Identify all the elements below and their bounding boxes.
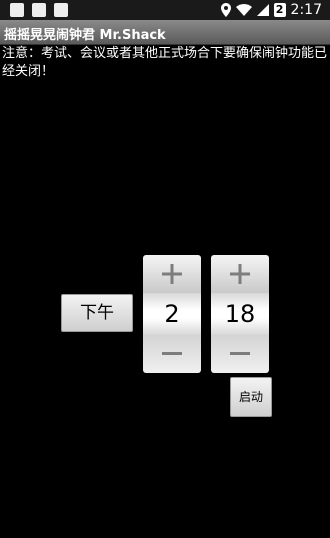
signal-icon: [256, 4, 269, 16]
battery-icon: 2: [273, 3, 286, 17]
minus-icon: [230, 352, 250, 355]
notification-icon: [10, 3, 24, 17]
hour-value[interactable]: 2: [143, 293, 201, 335]
plus-icon: [162, 264, 182, 284]
notification-icon: [54, 3, 68, 17]
wifi-icon: [235, 4, 252, 16]
location-icon: [220, 3, 231, 17]
minus-icon: [162, 352, 182, 355]
warning-notice: 注意：考试、会议或者其他正式场合下要确保闹钟功能已经关闭！: [2, 46, 328, 79]
app-title: 摇摇晃晃闹钟君 Mr.Shack: [4, 28, 166, 43]
notification-icon: [32, 3, 46, 17]
minute-increment-button[interactable]: [211, 255, 269, 293]
plus-icon: [230, 264, 250, 284]
minute-decrement-button[interactable]: [211, 335, 269, 373]
minute-picker: 18: [211, 255, 269, 373]
hour-increment-button[interactable]: [143, 255, 201, 293]
status-time: 2:17: [290, 2, 322, 18]
status-bar: 2 2:17: [0, 0, 330, 20]
title-bar: 摇摇晃晃闹钟君 Mr.Shack: [0, 20, 330, 45]
minute-value[interactable]: 18: [211, 293, 269, 335]
start-button[interactable]: 启动: [230, 377, 272, 417]
hour-decrement-button[interactable]: [143, 335, 201, 373]
am-pm-toggle-button[interactable]: 下午: [61, 294, 133, 332]
hour-picker: 2: [143, 255, 201, 373]
